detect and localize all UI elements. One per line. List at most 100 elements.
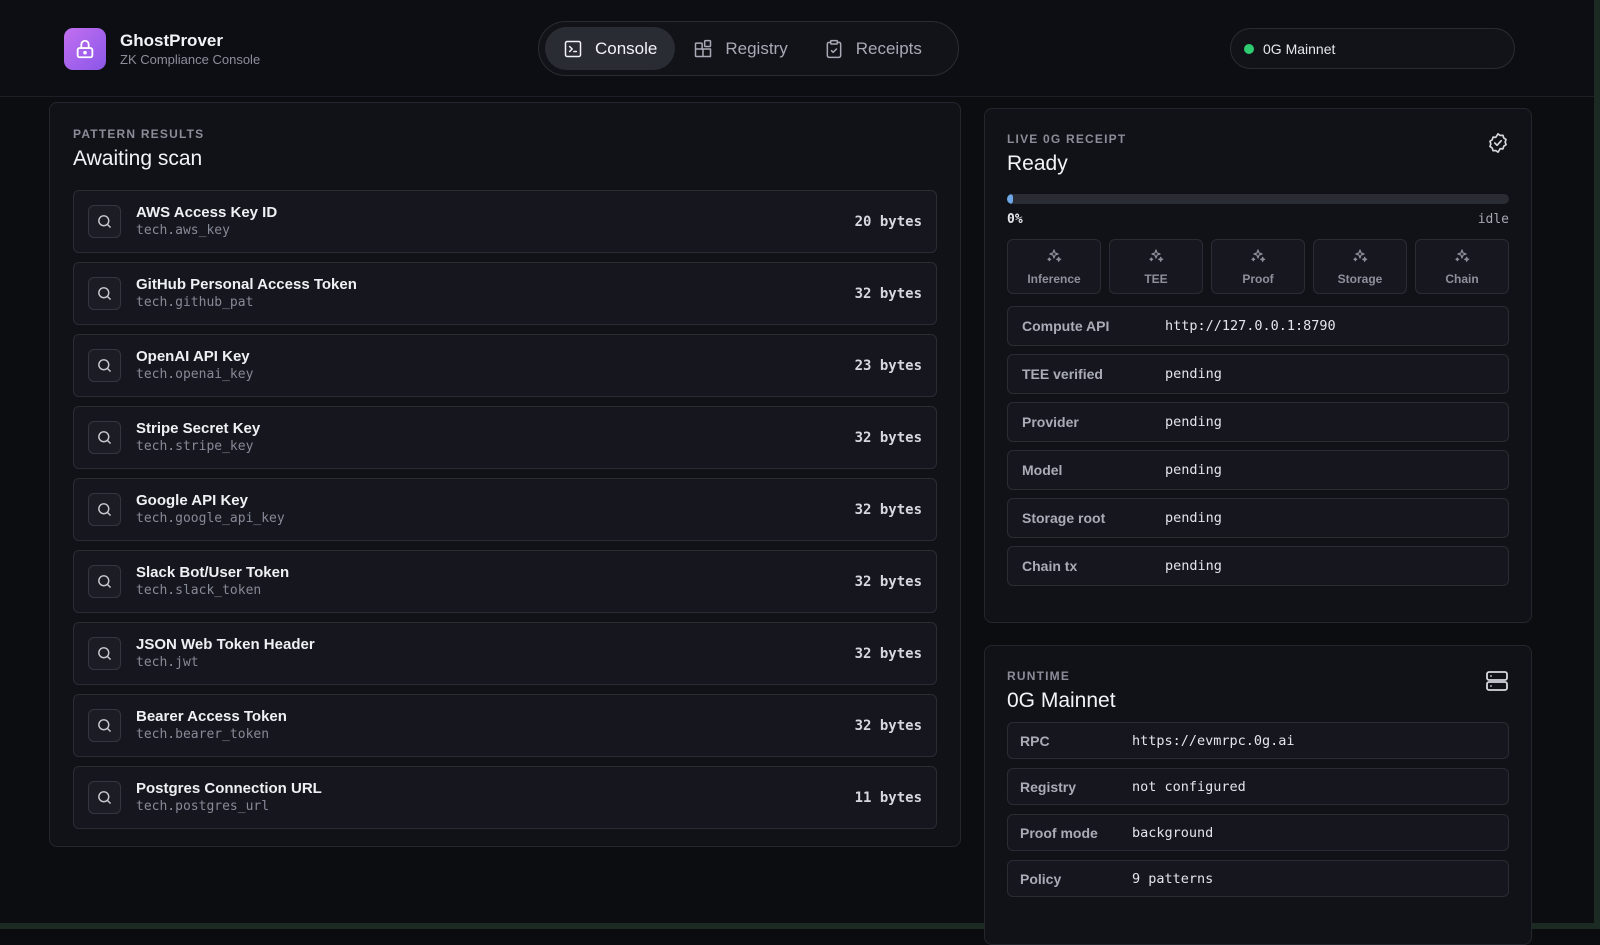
pattern-row[interactable]: AWS Access Key ID tech.aws_key 20 bytes	[73, 190, 937, 253]
runtime-field-row: Registry not configured	[1007, 768, 1509, 805]
lock-icon	[64, 28, 106, 70]
pattern-row[interactable]: Stripe Secret Key tech.stripe_key 32 bytes	[73, 406, 937, 469]
step-label: Inference	[1027, 271, 1081, 286]
tab-registry[interactable]: Registry	[675, 27, 805, 70]
step-inference[interactable]: Inference	[1007, 239, 1101, 294]
search-icon[interactable]	[88, 421, 121, 454]
sparkles-icon	[1250, 248, 1266, 272]
receipt-field-value: http://127.0.0.1:8790	[1165, 318, 1336, 334]
tab-registry-label: Registry	[725, 38, 788, 58]
runtime-field-key: Policy	[1020, 870, 1062, 887]
pattern-name: Postgres Connection URL	[136, 779, 322, 797]
receipt-field-key: Model	[1022, 462, 1063, 478]
step-chain[interactable]: Chain	[1415, 239, 1509, 294]
pattern-size: 32 bytes	[854, 717, 922, 734]
pattern-name: JSON Web Token Header	[136, 635, 315, 653]
receipt-field-row: Storage root pending	[1007, 498, 1509, 538]
receipt-field-key: Storage root	[1022, 510, 1106, 526]
sparkles-icon	[1352, 248, 1368, 272]
receipt-field-row: Chain tx pending	[1007, 546, 1509, 586]
runtime-fields: RPC https://evmrpc.0g.ai Registry not confi…	[1007, 722, 1509, 897]
brand[interactable]: GhostProver ZK Compliance Console	[64, 28, 260, 70]
receipt-fields: Compute API http://127.0.0.1:8790 TEE veri…	[1007, 306, 1509, 586]
pattern-id: tech.google_api_key	[136, 510, 285, 526]
pattern-size: 32 bytes	[854, 501, 922, 518]
pattern-name: Stripe Secret Key	[136, 419, 261, 437]
receipt-field-row: Provider pending	[1007, 402, 1509, 442]
pattern-name: AWS Access Key ID	[136, 203, 278, 221]
runtime-field-value: 9 patterns	[1132, 870, 1214, 887]
pattern-row[interactable]: Bearer Access Token tech.bearer_token 32 b…	[73, 694, 937, 757]
receipt-title: Ready	[1007, 152, 1068, 175]
pattern-list: AWS Access Key ID tech.aws_key 20 bytes Git…	[73, 190, 937, 829]
search-icon[interactable]	[88, 637, 121, 670]
pattern-id: tech.jwt	[136, 654, 199, 670]
network-label: 0G Mainnet	[1263, 40, 1336, 57]
receipt-progress-fill	[1007, 194, 1014, 204]
search-icon[interactable]	[88, 205, 121, 238]
pattern-size: 23 bytes	[854, 357, 922, 374]
pattern-row[interactable]: Postgres Connection URL tech.postgres_url…	[73, 766, 937, 829]
search-icon[interactable]	[88, 781, 121, 814]
runtime-field-value: not configured	[1132, 778, 1246, 795]
pattern-id: tech.github_pat	[136, 294, 254, 310]
pattern-id: tech.bearer_token	[136, 726, 270, 742]
runtime-field-value: https://evmrpc.0g.ai	[1132, 732, 1295, 749]
network-selector[interactable]: 0G Mainnet	[1230, 28, 1515, 69]
search-icon[interactable]	[88, 349, 121, 382]
pattern-size: 11 bytes	[854, 789, 922, 806]
receipt-field-row: Compute API http://127.0.0.1:8790	[1007, 306, 1509, 346]
clipboard-check-icon	[826, 39, 842, 58]
receipt-field-value: pending	[1165, 558, 1222, 574]
step-proof[interactable]: Proof	[1211, 239, 1305, 294]
receipt-field-key: Chain tx	[1022, 558, 1078, 574]
pattern-row[interactable]: Slack Bot/User Token tech.slack_token 32 b…	[73, 550, 937, 613]
pattern-name: GitHub Personal Access Token	[136, 275, 357, 293]
live-receipt-panel: LIVE 0G RECEIPT Ready 0% idle Inference T…	[984, 108, 1532, 623]
server-icon	[1485, 669, 1509, 698]
receipt-field-row: TEE verified pending	[1007, 354, 1509, 394]
pattern-row[interactable]: GitHub Personal Access Token tech.github_…	[73, 262, 937, 325]
search-icon[interactable]	[88, 565, 121, 598]
pattern-id: tech.openai_key	[136, 366, 254, 382]
pattern-results-panel: PATTERN RESULTS Awaiting scan AWS Access…	[49, 102, 961, 847]
search-icon[interactable]	[88, 277, 121, 310]
pattern-size: 20 bytes	[854, 213, 922, 230]
badge-check-icon	[1487, 132, 1509, 159]
pattern-id: tech.stripe_key	[136, 438, 254, 454]
tab-receipts[interactable]: Receipts	[806, 27, 940, 70]
receipt-field-key: Provider	[1022, 414, 1079, 430]
runtime-field-row: RPC https://evmrpc.0g.ai	[1007, 722, 1509, 759]
step-storage[interactable]: Storage	[1313, 239, 1407, 294]
step-label: Proof	[1242, 271, 1274, 286]
receipt-field-value: pending	[1165, 462, 1222, 478]
blocks-icon	[695, 39, 712, 57]
pattern-size: 32 bytes	[854, 429, 922, 446]
search-icon[interactable]	[88, 493, 121, 526]
pattern-results-eyebrow: PATTERN RESULTS	[73, 127, 205, 141]
runtime-field-row: Proof mode background	[1007, 814, 1509, 851]
sparkles-icon	[1046, 248, 1062, 272]
pattern-row[interactable]: JSON Web Token Header tech.jwt 32 bytes	[73, 622, 937, 685]
step-label: Storage	[1337, 271, 1383, 286]
pattern-id: tech.slack_token	[136, 582, 262, 598]
step-label: TEE	[1144, 271, 1168, 286]
receipt-eyebrow: LIVE 0G RECEIPT	[1007, 132, 1127, 146]
step-label: Chain	[1445, 271, 1479, 286]
search-icon[interactable]	[88, 709, 121, 742]
receipt-progress-bar	[1007, 194, 1509, 204]
tab-console[interactable]: Console	[545, 27, 676, 70]
pattern-row[interactable]: Google API Key tech.google_api_key 32 byte…	[73, 478, 937, 541]
pattern-id: tech.postgres_url	[136, 798, 270, 814]
sparkles-icon	[1454, 248, 1470, 272]
pattern-name: Slack Bot/User Token	[136, 563, 290, 581]
pattern-name: OpenAI API Key	[136, 347, 250, 365]
tab-console-label: Console	[595, 38, 658, 58]
receipt-steps: Inference TEE Proof Storage Chain	[1007, 239, 1509, 294]
runtime-panel: RUNTIME 0G Mainnet RPC https://evmrpc.0g.…	[984, 645, 1532, 945]
pattern-id: tech.aws_key	[136, 222, 230, 238]
progress-status: idle	[1477, 212, 1509, 227]
step-tee[interactable]: TEE	[1109, 239, 1203, 294]
receipt-field-value: pending	[1165, 414, 1222, 430]
pattern-row[interactable]: OpenAI API Key tech.openai_key 23 bytes	[73, 334, 937, 397]
